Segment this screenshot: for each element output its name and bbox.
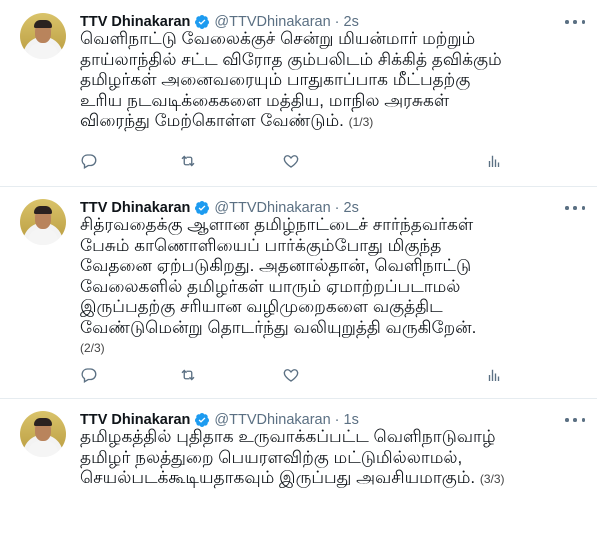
more-icon[interactable]	[565, 14, 585, 30]
thread-marker: (1/3)	[348, 115, 374, 129]
author-name[interactable]: TTV Dhinakaran	[80, 412, 190, 428]
verified-badge-icon	[195, 15, 210, 29]
avatar[interactable]	[20, 199, 66, 245]
analytics-icon[interactable]	[485, 366, 503, 384]
author-handle-time[interactable]: @TTVDhinakaran · 2s	[214, 200, 358, 216]
thread-marker: (3/3)	[479, 472, 505, 486]
tweet-line: வெளிநாட்டு வேலைக்குச் சென்று மியன்மார் ம…	[80, 29, 476, 48]
more-icon[interactable]	[565, 200, 585, 216]
tweet-line: தமிழகத்தில் புதிதாக உருவாக்கப்பட்ட வெளிந…	[80, 427, 496, 446]
reply-icon[interactable]	[80, 366, 98, 384]
tweet-line: தமிழர்கள் அனைவரையும் பாதுகாப்பாக மீட்பதற…	[80, 70, 471, 89]
tweet-text: வெளிநாட்டு வேலைக்குச் சென்று மியன்மார் ம…	[80, 29, 590, 133]
tweet-line: வேலைகளில் தமிழர்கள் யாரும் ஏமாற்றப்படாமல…	[80, 276, 461, 296]
tweet-line: செயல்படக்கூடியதாகவும் இருப்பது அவசியமாகு…	[80, 468, 480, 487]
tweet-line: பேசும் காணொளியைப் பார்க்கும்போது மிகுந்த	[80, 235, 442, 255]
verified-badge-icon	[195, 413, 210, 427]
author-name[interactable]: TTV Dhinakaran	[80, 200, 190, 216]
tweet-line: விரைந்து மேற்கொள்ள வேண்டும்.	[80, 111, 349, 130]
tweet-2[interactable]: TTV Dhinakaran @TTVDhinakaran · 2s சித்ர…	[0, 186, 597, 399]
tweet-line: வேண்டுமென்று தொடர்ந்து வலியுறுத்தி வருகி…	[80, 317, 477, 337]
tweet-line: தமிழர் நலத்துறை பெயரளவிற்கு மட்டுமில்லாம…	[80, 447, 463, 467]
tweet-line: உரிய நடவடிக்கைகளை மத்திய, மாநில அரசுகள்	[80, 90, 450, 110]
retweet-icon[interactable]	[179, 366, 197, 384]
like-icon[interactable]	[282, 366, 300, 384]
avatar[interactable]	[20, 411, 66, 457]
tweet-feed: TTV Dhinakaran @TTVDhinakaran · 2s வெளிந…	[0, 0, 597, 546]
like-icon[interactable]	[282, 152, 300, 170]
avatar[interactable]	[20, 13, 66, 59]
tweet-actions	[80, 366, 550, 386]
tweet-1[interactable]: TTV Dhinakaran @TTVDhinakaran · 2s வெளிந…	[0, 0, 597, 187]
author-handle-time[interactable]: @TTVDhinakaran · 2s	[214, 14, 358, 30]
thread-marker: (2/3)	[80, 341, 105, 355]
tweet-line: தாய்லாந்தில் சட்ட விரோத கும்பலிடம் சிக்க…	[80, 49, 502, 69]
tweet-text: சித்ரவதைக்கு ஆளான தமிழ்நாட்டைச் சார்ந்தவ…	[80, 215, 590, 359]
tweet-line: சித்ரவதைக்கு ஆளான தமிழ்நாட்டைச் சார்ந்தவ…	[80, 215, 474, 234]
analytics-icon[interactable]	[485, 152, 503, 170]
tweet-actions	[80, 152, 550, 172]
author-handle-time[interactable]: @TTVDhinakaran · 1s	[214, 412, 358, 428]
tweet-3[interactable]: TTV Dhinakaran @TTVDhinakaran · 1s தமிழக…	[0, 398, 597, 546]
tweet-line: வேதனை ஏற்படுகிறது. அதனால்தான், வெளிநாட்ட…	[80, 256, 472, 275]
author-name[interactable]: TTV Dhinakaran	[80, 14, 190, 30]
reply-icon[interactable]	[80, 152, 98, 170]
verified-badge-icon	[195, 201, 210, 215]
more-icon[interactable]	[565, 412, 585, 428]
tweet-line: இருப்பதற்கு சரியான வழிமுறைகளை வகுத்திட	[80, 297, 443, 316]
tweet-text: தமிழகத்தில் புதிதாக உருவாக்கப்பட்ட வெளிந…	[80, 427, 590, 490]
retweet-icon[interactable]	[179, 152, 197, 170]
